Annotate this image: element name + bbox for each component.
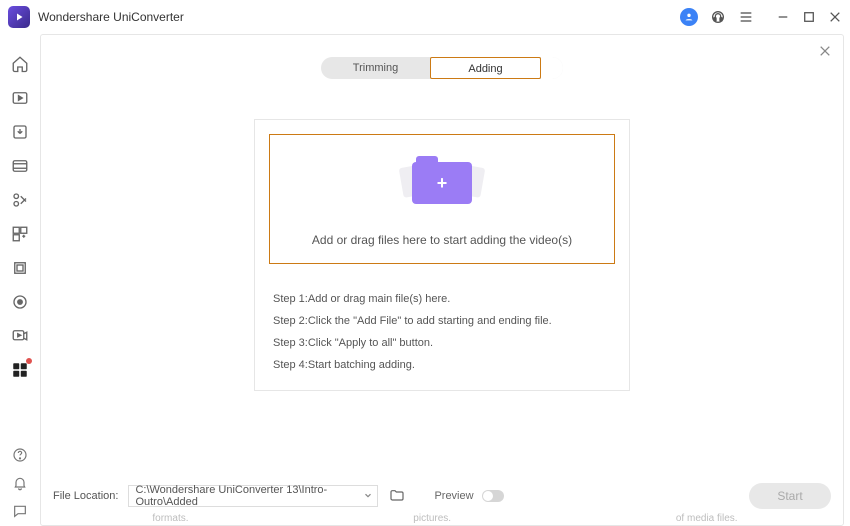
drop-panel: + Add or drag files here to start adding…	[254, 119, 630, 391]
sidebar-home-icon[interactable]	[10, 54, 30, 74]
sidebar-merge-icon[interactable]	[10, 224, 30, 244]
sidebar-convert-icon[interactable]	[10, 88, 30, 108]
file-location-path: C:\Wondershare UniConverter 13\Intro-Out…	[135, 484, 359, 508]
sidebar-toolbox-icon[interactable]	[10, 360, 30, 380]
folder-illustration: +	[387, 153, 497, 213]
adding-dialog: Trimming Adding + Add or drag files here…	[40, 34, 844, 526]
segment-tail	[541, 57, 563, 79]
file-location-dropdown[interactable]: C:\Wondershare UniConverter 13\Intro-Out…	[128, 485, 378, 507]
sidebar-record-icon[interactable]	[10, 292, 30, 312]
app-title: Wondershare UniConverter	[38, 10, 184, 24]
step-1: Step 1:Add or drag main file(s) here.	[273, 288, 611, 310]
file-location-label: File Location:	[53, 490, 118, 502]
app-logo	[8, 6, 30, 28]
folder-plus-icon: +	[412, 162, 472, 204]
sidebar-compress-icon[interactable]	[10, 156, 30, 176]
dialog-footer: File Location: C:\Wondershare UniConvert…	[41, 467, 843, 525]
step-2: Step 2:Click the "Add File" to add start…	[273, 310, 611, 332]
segment-adding[interactable]: Adding	[430, 57, 541, 79]
browse-folder-icon[interactable]	[388, 487, 406, 505]
sidebar-download-icon[interactable]	[10, 122, 30, 142]
title-bar: Wondershare UniConverter	[0, 0, 850, 34]
sidebar-crop-icon[interactable]	[10, 258, 30, 278]
steps-list: Step 1:Add or drag main file(s) here. St…	[255, 278, 629, 390]
drop-text: Add or drag files here to start adding t…	[312, 233, 572, 247]
support-icon[interactable]	[710, 9, 726, 25]
maximize-button[interactable]	[802, 10, 816, 24]
menu-icon[interactable]	[738, 9, 754, 25]
sidebar-player-icon[interactable]	[10, 326, 30, 346]
chevron-down-icon	[363, 490, 373, 503]
minimize-button[interactable]	[776, 10, 790, 24]
main-area: Trimming Adding + Add or drag files here…	[40, 34, 850, 526]
account-avatar[interactable]	[680, 8, 698, 26]
mode-segmented: Trimming Adding	[321, 57, 563, 79]
close-button[interactable]	[828, 10, 842, 24]
sidebar-edit-icon[interactable]	[10, 190, 30, 210]
start-button[interactable]: Start	[749, 483, 831, 509]
notifications-icon[interactable]	[11, 474, 29, 492]
dialog-close-icon[interactable]	[817, 43, 833, 59]
step-4: Step 4:Start batching adding.	[273, 354, 611, 376]
preview-toggle[interactable]	[482, 490, 504, 502]
help-icon[interactable]	[11, 446, 29, 464]
segment-trimming[interactable]: Trimming	[321, 57, 430, 79]
preview-label: Preview	[434, 490, 473, 502]
step-3: Step 3:Click "Apply to all" button.	[273, 332, 611, 354]
feedback-icon[interactable]	[11, 502, 29, 520]
drop-zone[interactable]: + Add or drag files here to start adding…	[269, 134, 615, 264]
